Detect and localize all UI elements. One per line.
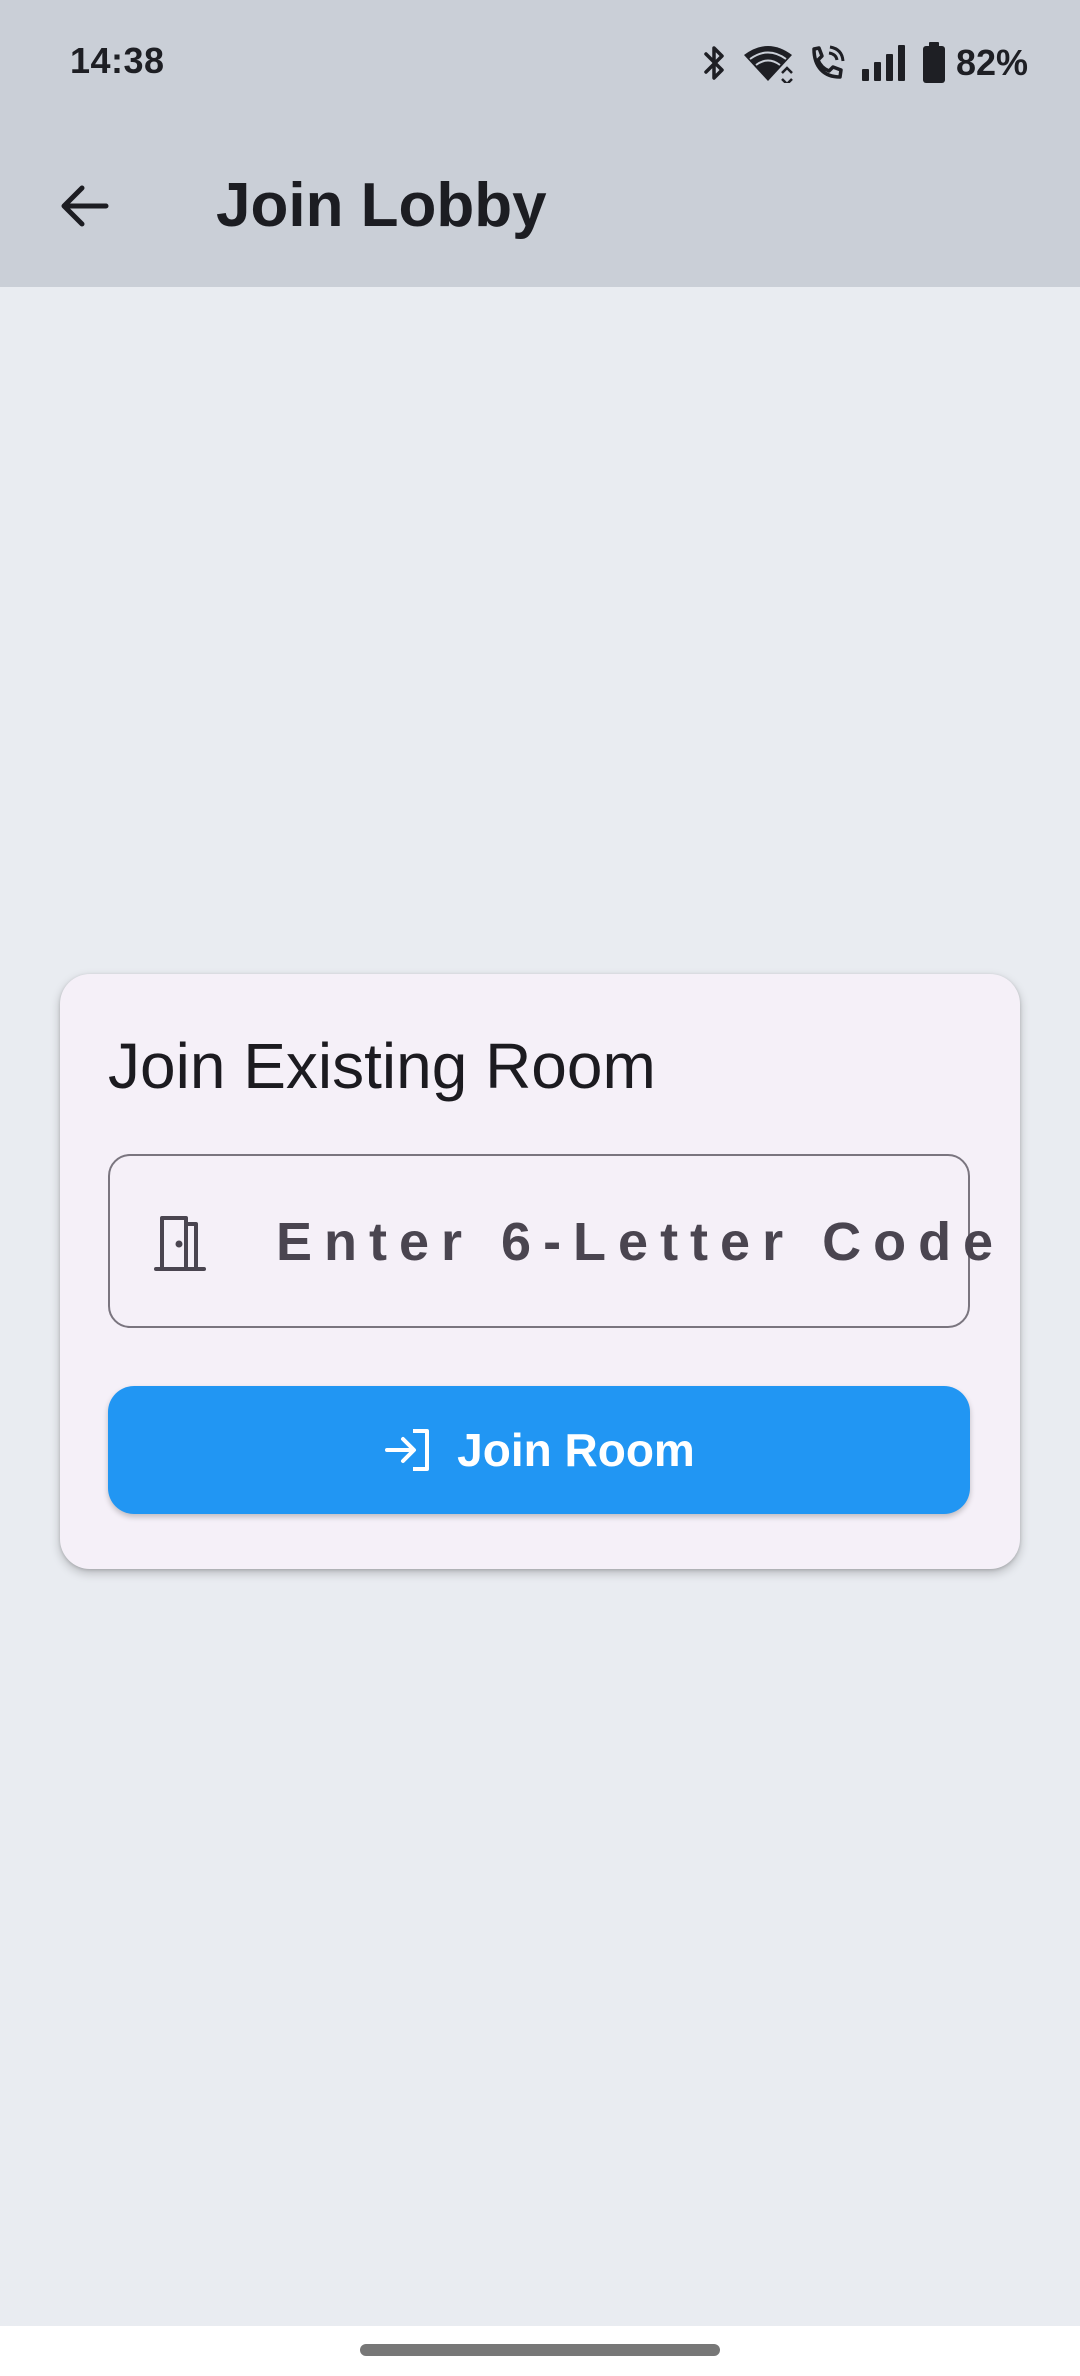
status-bar: 14:38 82% — [0, 0, 1080, 128]
back-button[interactable] — [42, 164, 126, 248]
card-title: Join Existing Room — [108, 1030, 656, 1102]
gesture-handle[interactable] — [360, 2344, 720, 2356]
signal-icon — [860, 43, 908, 83]
room-code-input[interactable]: Enter 6-Letter Code — [108, 1154, 993, 1328]
join-lobby-screen: 14:38 82% Join Lobby Join Existing Room … — [0, 0, 1080, 2376]
login-icon — [385, 1429, 430, 1471]
join-room-button[interactable]: Join Room — [108, 1386, 970, 1514]
battery-percent: 82% — [955, 42, 1028, 83]
join-room-card: Join Existing Room Enter 6-Letter Code J… — [60, 974, 1020, 1569]
status-time: 14:38 — [70, 40, 165, 81]
wifi-icon — [742, 43, 794, 83]
arrow-back-icon — [61, 185, 109, 227]
status-icons: 82% — [702, 38, 1028, 88]
join-room-label: Join Room — [457, 1424, 695, 1476]
battery-icon — [922, 42, 946, 84]
page-title: Join Lobby — [216, 171, 547, 240]
wifi-calling-icon — [808, 43, 846, 83]
door-icon — [154, 1216, 206, 1271]
navigation-bar — [0, 2326, 1080, 2376]
app-bar: Join Lobby — [0, 128, 1080, 287]
room-code-placeholder: Enter 6-Letter Code — [276, 1212, 1006, 1272]
bluetooth-icon — [702, 43, 728, 83]
